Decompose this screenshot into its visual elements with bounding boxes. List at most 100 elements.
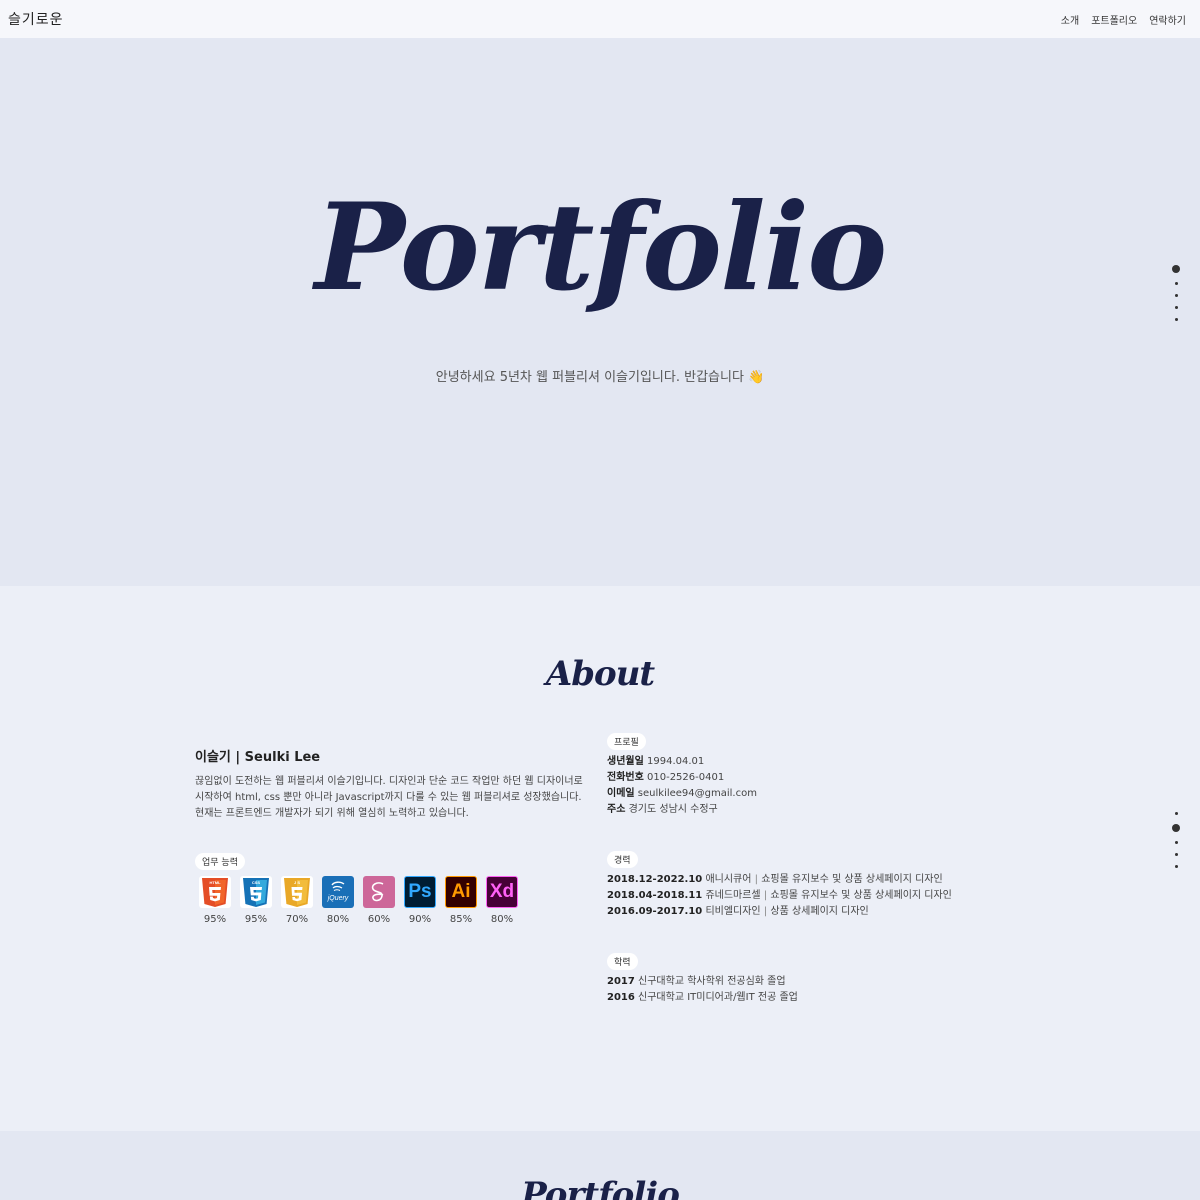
education-block: 학력 2017 신구대학교 학사학위 전공심화 졸업 2016 신구대학교 IT… [607, 950, 1007, 1006]
profile-key: 이메일 [607, 788, 635, 799]
profile-bio: 끊임없이 도전하는 웹 퍼블리셔 이슬기입니다. 디자인과 단순 코드 작업만 … [195, 774, 585, 822]
career-period: 2016.09-2017.10 [607, 906, 703, 917]
nav-link-about[interactable]: 소개 [1061, 12, 1079, 27]
photoshop-icon: Ps [404, 876, 436, 908]
skill-percent: 70% [285, 914, 309, 925]
education-desc: 신구대학교 학사학위 전공심화 졸업 [638, 976, 786, 987]
career-period: 2018.12-2022.10 [607, 874, 703, 885]
profile-key: 전화번호 [607, 772, 644, 783]
illustrator-icon: Ai [445, 876, 477, 908]
skill-percent: 95% [244, 914, 268, 925]
career-desc: 쇼핑몰 유지보수 및 상품 상세페이지 디자인 [761, 874, 943, 885]
profile-row: 이메일 seulkilee94@gmail.com [607, 786, 1007, 802]
career-row: 2016.09-2017.10 티비엘디자인 | 상품 상세페이지 디자인 [607, 904, 1007, 920]
svg-text:CSS: CSS [252, 880, 261, 885]
skill-item: Ai 85% [445, 876, 477, 925]
pagination-dot-5[interactable] [1174, 865, 1178, 868]
profile-value: 1994.04.01 [647, 756, 705, 767]
education-row: 2016 신구대학교 IT미디어과/웹IT 전공 졸업 [607, 990, 1007, 1006]
nav-link-portfolio[interactable]: 포트폴리오 [1091, 12, 1137, 27]
pagination-dot-4[interactable] [1174, 853, 1178, 856]
career-period: 2018.04-2018.11 [607, 890, 703, 901]
svg-text:jQuery: jQuery [327, 895, 349, 902]
bio-line: 현재는 프론트엔드 개발자가 되기 위해 열심히 노력하고 있습니다. [195, 808, 469, 819]
section-pagination [1172, 265, 1180, 321]
career-label: 경력 [607, 851, 638, 868]
career-row: 2018.12-2022.10 애니시큐어 | 쇼핑몰 유지보수 및 상품 상세… [607, 872, 1007, 888]
career-company: 쥬네드마르셀 [705, 890, 761, 901]
profile-key: 생년월일 [607, 756, 644, 767]
pagination-dot-3[interactable] [1174, 841, 1178, 844]
profile-value: 경기도 성남시 수정구 [628, 804, 718, 815]
portfolio-section: Portfolio [0, 1131, 1200, 1200]
skill-item: HTML 95% [199, 876, 231, 925]
profile-block: 프로필 생년월일 1994.04.01 전화번호 010-2526-0401 이… [607, 730, 1007, 818]
education-year: 2017 [607, 976, 635, 987]
skill-percent: 85% [449, 914, 473, 925]
top-navbar: 슬기로운 소개 포트폴리오 연락하기 [0, 0, 1200, 38]
career-block: 경력 2018.12-2022.10 애니시큐어 | 쇼핑몰 유지보수 및 상품… [607, 848, 1007, 920]
main-nav: 소개 포트폴리오 연락하기 [1061, 12, 1186, 27]
skill-percent: 80% [326, 914, 350, 925]
bio-line: 시작하여 html, css 뿐만 아니라 Javascript까지 다룰 수 … [195, 792, 582, 803]
svg-text:HTML: HTML [209, 880, 221, 885]
skill-percent: 80% [490, 914, 514, 925]
profile-value: seulkilee94@gmail.com [637, 788, 757, 799]
xd-icon: Xd [486, 876, 518, 908]
profile-row: 전화번호 010-2526-0401 [607, 770, 1007, 786]
education-label: 학력 [607, 953, 638, 970]
pagination-dot-1[interactable] [1174, 812, 1178, 815]
about-title: About [545, 654, 655, 694]
skills-label: 업무 능력 [195, 853, 245, 870]
pagination-dot-4[interactable] [1174, 306, 1178, 309]
pagination-dot-2[interactable] [1174, 282, 1178, 285]
skill-item: jQuery 80% [322, 876, 354, 925]
section-pagination [1172, 812, 1180, 868]
hero-section: Portfolio 안녕하세요 5년차 웹 퍼블리셔 이슬기입니다. 반갑습니다… [0, 38, 1200, 586]
skill-item: Xd 80% [486, 876, 518, 925]
pagination-dot-5[interactable] [1174, 318, 1178, 321]
profile-row: 생년월일 1994.04.01 [607, 754, 1007, 770]
about-details: 프로필 생년월일 1994.04.01 전화번호 010-2526-0401 이… [607, 730, 1007, 1036]
pagination-dot-2[interactable] [1172, 824, 1180, 832]
career-desc: 쇼핑몰 유지보수 및 상품 상세페이지 디자인 [770, 890, 952, 901]
career-desc: 상품 상세페이지 디자인 [770, 906, 869, 917]
skill-item: Ps 90% [404, 876, 436, 925]
site-logo[interactable]: 슬기로운 [8, 9, 64, 29]
portfolio-title: Portfolio [521, 1175, 680, 1200]
profile-key: 주소 [607, 804, 626, 815]
hero-title: Portfolio [314, 177, 888, 318]
bio-line: 끊임없이 도전하는 웹 퍼블리셔 이슬기입니다. 디자인과 단순 코드 작업만 … [195, 776, 583, 787]
profile-label: 프로필 [607, 733, 646, 750]
nav-link-contact[interactable]: 연락하기 [1149, 12, 1186, 27]
separator: | [763, 906, 768, 917]
svg-text:J S: J S [294, 880, 300, 885]
education-desc: 신구대학교 IT미디어과/웹IT 전공 졸업 [638, 992, 798, 1003]
career-row: 2018.04-2018.11 쥬네드마르셀 | 쇼핑몰 유지보수 및 상품 상… [607, 888, 1007, 904]
skill-percent: 90% [408, 914, 432, 925]
education-year: 2016 [607, 992, 635, 1003]
career-company: 애니시큐어 [705, 874, 752, 885]
skill-item: CSS 95% [240, 876, 272, 925]
jquery-icon: jQuery [322, 876, 354, 908]
profile-value: 010-2526-0401 [647, 772, 725, 783]
hero-subtitle: 안녕하세요 5년차 웹 퍼블리셔 이슬기입니다. 반갑습니다 👋 [435, 370, 765, 385]
about-intro: 이슬기 | Seulki Lee 끊임없이 도전하는 웹 퍼블리셔 이슬기입니다… [195, 746, 585, 925]
skill-item: J S 70% [281, 876, 313, 925]
css3-icon: CSS [240, 876, 272, 908]
skill-percent: 60% [367, 914, 391, 925]
profile-row: 주소 경기도 성남시 수정구 [607, 802, 1007, 818]
separator: | [763, 890, 768, 901]
html5-icon: HTML [199, 876, 231, 908]
skills-list: HTML 95% CSS 95% J S 70% jQuery 80% 60% … [199, 876, 585, 925]
education-row: 2017 신구대학교 학사학위 전공심화 졸업 [607, 974, 1007, 990]
sass-icon [363, 876, 395, 908]
pagination-dot-1[interactable] [1172, 265, 1180, 273]
skill-percent: 95% [203, 914, 227, 925]
pagination-dot-3[interactable] [1174, 294, 1178, 297]
separator: | [754, 874, 758, 885]
js-icon: J S [281, 876, 313, 908]
skill-item: 60% [363, 876, 395, 925]
profile-name: 이슬기 | Seulki Lee [195, 750, 321, 765]
career-company: 티비엘디자인 [705, 906, 761, 917]
